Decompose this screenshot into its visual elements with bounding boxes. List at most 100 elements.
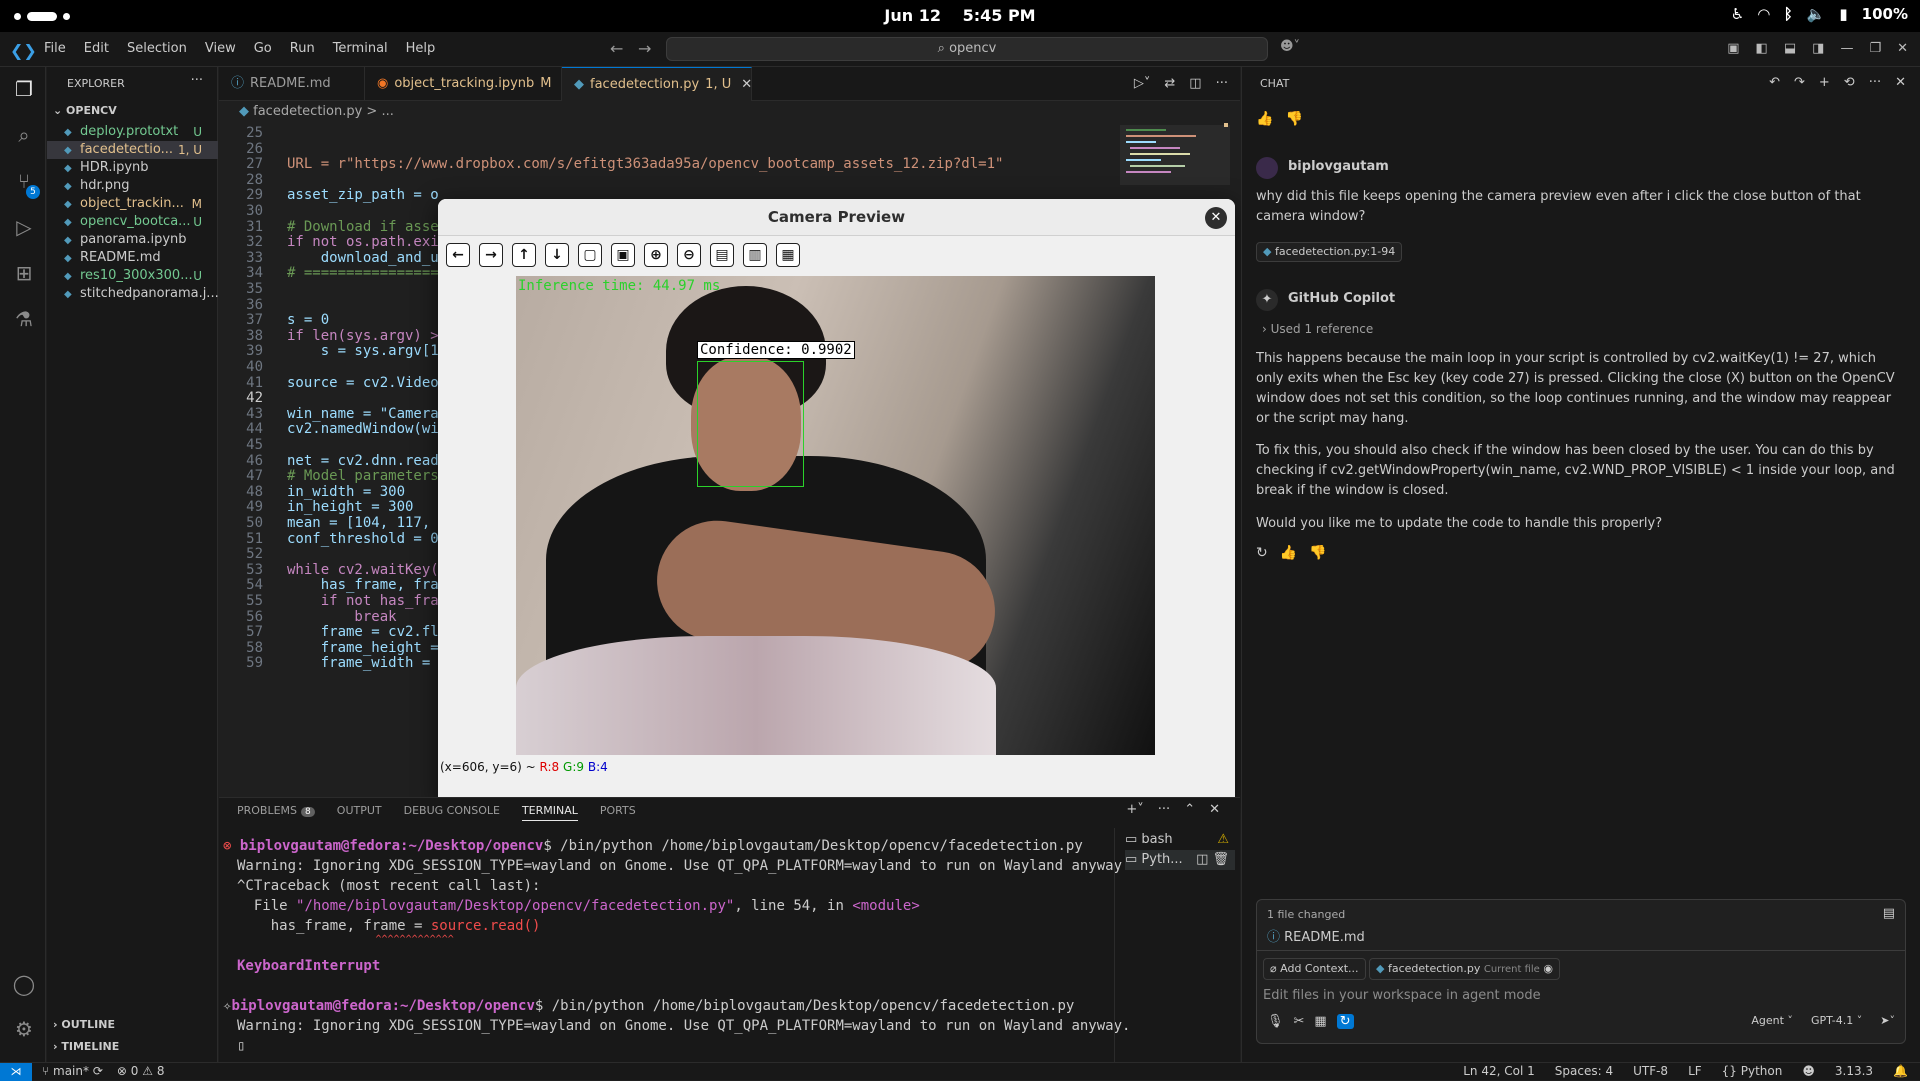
eye-icon[interactable]: ◉ [1543,962,1553,975]
terminal-item-python[interactable]: ▭ Pyth... ◫ 🗑 [1125,850,1235,870]
command-center-search[interactable]: ⌕ opencv [666,37,1268,61]
workspace-indicator[interactable] [14,12,70,21]
tab-debug-console[interactable]: DEBUG CONSOLE [404,804,500,821]
add-context-button[interactable]: ⌀ Add Context... [1263,958,1366,980]
changed-file[interactable]: ⓘ README.md [1267,926,1365,945]
properties-icon[interactable]: ▦ [776,243,800,267]
copilot-status-icon[interactable]: ☻ [1802,1064,1815,1078]
tools-icon[interactable]: ✂ [1294,1014,1305,1029]
zoom-image-icon[interactable]: ▢ [578,243,602,267]
end-of-line[interactable]: LF [1688,1064,1702,1078]
file-item[interactable]: ◆ panorama.ipynb [47,231,218,249]
new-chat-icon[interactable]: + [1819,75,1830,90]
pan-up-icon[interactable]: ↑ [512,243,536,267]
file-item[interactable]: ◆ deploy.prototxt U [47,123,218,141]
history-icon[interactable]: ⟲ [1844,75,1855,90]
search-view-icon[interactable]: ⌕ [12,123,36,147]
language-mode[interactable]: {} Python [1722,1064,1783,1078]
menu-go[interactable]: Go [254,41,272,56]
testing-icon[interactable]: ⚗ [12,307,36,331]
customize-layout-icon[interactable]: ▣ [1727,41,1739,56]
view-changes-icon[interactable]: ▤ [1883,906,1895,921]
new-terminal-icon[interactable]: +˅ [1126,802,1143,817]
tab-problems[interactable]: PROBLEMS 8 [237,804,315,821]
forward-arrow-icon[interactable]: → [638,39,651,58]
pan-right-icon[interactable]: → [479,243,503,267]
more-icon[interactable]: ··· [1869,75,1881,90]
outline-section[interactable]: › OUTLINE [53,1018,115,1031]
toggle-sidebar-icon[interactable]: ◧ [1756,41,1768,56]
notifications-icon[interactable]: 🔔 [1893,1064,1908,1078]
branch-indicator[interactable]: ⑂ main* ⟳ [42,1064,103,1078]
save-image-icon[interactable]: ▤ [710,243,734,267]
microphone-icon[interactable]: 🎙 [1267,1014,1284,1029]
tab-readme[interactable]: ⓘ README.md [219,67,365,101]
indentation[interactable]: Spaces: 4 [1555,1064,1613,1078]
file-item[interactable]: ◆ hdr.png [47,177,218,195]
close-panel-icon[interactable]: ✕ [1209,802,1220,817]
toggle-panel-icon[interactable]: ⬓ [1784,41,1796,56]
auto-approve-icon[interactable]: ↻ [1336,1014,1354,1029]
pan-left-icon[interactable]: ← [446,243,470,267]
file-item[interactable]: ◆ res10_300x300... U [47,267,218,285]
thumbs-down-icon[interactable]: 👎 [1285,111,1302,127]
encoding[interactable]: UTF-8 [1633,1064,1668,1078]
tab-terminal[interactable]: TERMINAL [521,804,578,821]
copy-clipboard-icon[interactable]: ▥ [743,243,767,267]
more-icon[interactable]: ··· [1158,802,1170,817]
model-picker[interactable]: GPT-4.1 ˅ [1811,1014,1862,1027]
mode-picker[interactable]: Agent ˅ [1751,1014,1793,1027]
problems-indicator[interactable]: ⊗ 0 ⚠ 8 [117,1064,165,1078]
file-item[interactable]: ◆ README.md [47,249,218,267]
explorer-icon[interactable]: ❐ [12,77,36,101]
undo-icon[interactable]: ↶ [1769,75,1780,90]
used-reference-toggle[interactable]: › Used 1 reference [1262,319,1912,339]
zoom-original-icon[interactable]: ▣ [611,243,635,267]
run-python-icon[interactable]: ▷˅ [1134,76,1151,91]
file-item[interactable]: ◆ opencv_bootca... U [47,213,218,231]
thumbs-up-icon[interactable]: 👍 [1256,111,1273,127]
reference-chip[interactable]: ◆ facedetection.py:1-94 [1256,242,1403,262]
folder-header[interactable]: ⌄ OPENCV [53,104,117,117]
menu-terminal[interactable]: Terminal [333,41,388,56]
send-icon[interactable]: ➤˅ [1880,1014,1895,1027]
split-editor-icon[interactable]: ◫ [1189,76,1201,91]
run-debug-icon[interactable]: ▷ [12,215,36,239]
back-arrow-icon[interactable]: ← [610,39,623,58]
more-icon[interactable]: ··· [1216,76,1228,91]
minimize-icon[interactable]: — [1840,41,1853,56]
cursor-position[interactable]: Ln 42, Col 1 [1463,1064,1535,1078]
tab-facedetection[interactable]: ◆ facedetection.py 1, U ✕ [562,67,752,101]
file-item[interactable]: ◆ object_trackin... M [47,195,218,213]
file-item[interactable]: ◆ stitchedpanorama.j... [47,285,218,303]
menu-selection[interactable]: Selection [127,41,187,56]
tab-ports[interactable]: PORTS [600,804,636,821]
retry-icon[interactable]: ↻ [1256,545,1268,561]
zoom-out-icon[interactable]: ⊖ [677,243,701,267]
accounts-icon[interactable]: ◯ [12,972,36,996]
thumbs-up-icon[interactable]: 👍 [1280,545,1297,561]
settings-gear-icon[interactable]: ⚙ [12,1017,36,1041]
thumbs-down-icon[interactable]: 👎 [1309,545,1326,561]
clock[interactable]: Jun 12 5:45 PM [876,6,1043,25]
menu-view[interactable]: View [205,41,236,56]
menu-file[interactable]: File [44,41,66,56]
maximize-panel-icon[interactable]: ⌃ [1184,802,1195,817]
zoom-in-icon[interactable]: ⊕ [644,243,668,267]
close-chat-icon[interactable]: ✕ [1895,75,1906,90]
toggle-secondary-sidebar-icon[interactable]: ◨ [1812,41,1824,56]
extensions-icon[interactable]: ⊞ [12,261,36,285]
remote-icon[interactable]: ⋊ [0,1063,32,1081]
file-item[interactable]: ◆ HDR.ipynb [47,159,218,177]
tab-output[interactable]: OUTPUT [337,804,382,821]
pan-down-icon[interactable]: ↓ [545,243,569,267]
open-changes-icon[interactable]: ⇄ [1164,76,1175,91]
more-actions-icon[interactable]: ··· [191,73,203,88]
camera-close-button[interactable]: ✕ [1205,207,1227,229]
timeline-section[interactable]: › TIMELINE [53,1040,119,1053]
menu-run[interactable]: Run [290,41,315,56]
file-item[interactable]: ◆ facedetectio... 1, U [47,141,218,159]
current-file-chip[interactable]: ◆ facedetection.py Current file ◉ [1369,958,1560,980]
terminal-output[interactable]: ⊗ biplovgautam@fedora:~/Desktop/opencv$ … [219,828,1130,1063]
copilot-icon[interactable]: ☻˅ [1280,39,1300,54]
